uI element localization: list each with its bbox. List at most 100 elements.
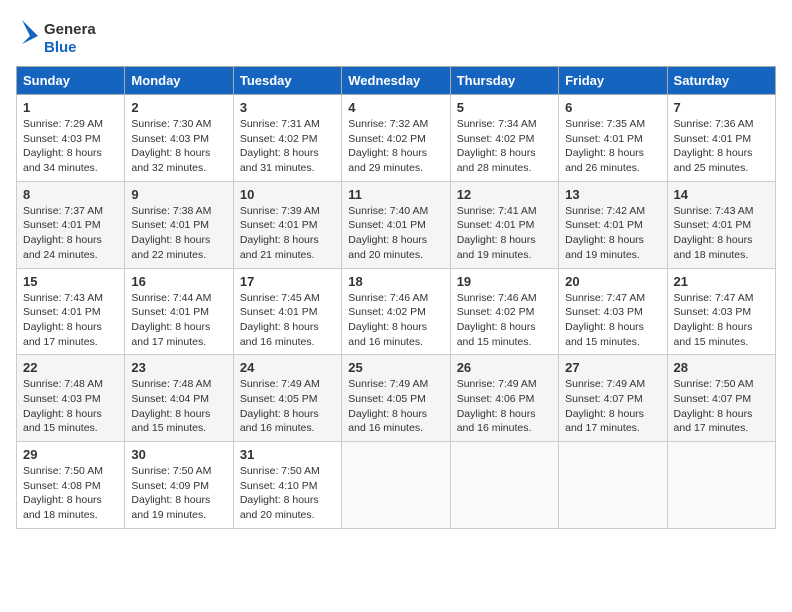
page-header: GeneralBlue xyxy=(16,16,776,58)
day-number: 31 xyxy=(240,447,335,462)
day-info: Sunrise: 7:47 AM Sunset: 4:03 PM Dayligh… xyxy=(674,291,769,350)
day-info: Sunrise: 7:29 AM Sunset: 4:03 PM Dayligh… xyxy=(23,117,118,176)
day-number: 18 xyxy=(348,274,443,289)
calendar-day-11: 11 Sunrise: 7:40 AM Sunset: 4:01 PM Dayli… xyxy=(342,181,450,268)
empty-day-cell xyxy=(450,442,558,529)
calendar-day-27: 27 Sunrise: 7:49 AM Sunset: 4:07 PM Dayli… xyxy=(559,355,667,442)
calendar-day-28: 28 Sunrise: 7:50 AM Sunset: 4:07 PM Dayli… xyxy=(667,355,775,442)
calendar-day-6: 6Sunrise: 7:35 AM Sunset: 4:01 PM Daylig… xyxy=(559,95,667,182)
day-info: Sunrise: 7:49 AM Sunset: 4:06 PM Dayligh… xyxy=(457,377,552,436)
day-info: Sunrise: 7:37 AM Sunset: 4:01 PM Dayligh… xyxy=(23,204,118,263)
day-info: Sunrise: 7:45 AM Sunset: 4:01 PM Dayligh… xyxy=(240,291,335,350)
day-info: Sunrise: 7:31 AM Sunset: 4:02 PM Dayligh… xyxy=(240,117,335,176)
calendar-day-20: 20 Sunrise: 7:47 AM Sunset: 4:03 PM Dayli… xyxy=(559,268,667,355)
calendar-day-30: 30Sunrise: 7:50 AM Sunset: 4:09 PM Dayli… xyxy=(125,442,233,529)
empty-day-cell xyxy=(342,442,450,529)
day-number: 3 xyxy=(240,100,335,115)
calendar-day-14: 14 Sunrise: 7:43 AM Sunset: 4:01 PM Dayli… xyxy=(667,181,775,268)
calendar-day-7: 7 Sunrise: 7:36 AM Sunset: 4:01 PM Daylig… xyxy=(667,95,775,182)
day-number: 15 xyxy=(23,274,118,289)
day-number: 11 xyxy=(348,187,443,202)
calendar-table: SundayMondayTuesdayWednesdayThursdayFrid… xyxy=(16,66,776,529)
calendar-day-5: 5 Sunrise: 7:34 AM Sunset: 4:02 PM Daylig… xyxy=(450,95,558,182)
calendar-day-25: 25 Sunrise: 7:49 AM Sunset: 4:05 PM Dayli… xyxy=(342,355,450,442)
day-number: 23 xyxy=(131,360,226,375)
day-number: 25 xyxy=(348,360,443,375)
day-info: Sunrise: 7:34 AM Sunset: 4:02 PM Dayligh… xyxy=(457,117,552,176)
calendar-day-13: 13 Sunrise: 7:42 AM Sunset: 4:01 PM Dayli… xyxy=(559,181,667,268)
calendar-day-9: 9 Sunrise: 7:38 AM Sunset: 4:01 PM Daylig… xyxy=(125,181,233,268)
calendar-day-29: 29 Sunrise: 7:50 AM Sunset: 4:08 PM Dayli… xyxy=(17,442,125,529)
day-info: Sunrise: 7:42 AM Sunset: 4:01 PM Dayligh… xyxy=(565,204,660,263)
calendar-day-15: 15Sunrise: 7:43 AM Sunset: 4:01 PM Dayli… xyxy=(17,268,125,355)
day-info: Sunrise: 7:48 AM Sunset: 4:04 PM Dayligh… xyxy=(131,377,226,436)
day-number: 19 xyxy=(457,274,552,289)
day-info: Sunrise: 7:50 AM Sunset: 4:08 PM Dayligh… xyxy=(23,464,118,523)
calendar-day-16: 16 Sunrise: 7:44 AM Sunset: 4:01 PM Dayli… xyxy=(125,268,233,355)
empty-day-cell xyxy=(667,442,775,529)
calendar-day-8: 8 Sunrise: 7:37 AM Sunset: 4:01 PM Daylig… xyxy=(17,181,125,268)
day-number: 29 xyxy=(23,447,118,462)
day-number: 7 xyxy=(674,100,769,115)
weekday-header-sunday: Sunday xyxy=(17,67,125,95)
calendar-day-17: 17 Sunrise: 7:45 AM Sunset: 4:01 PM Dayli… xyxy=(233,268,341,355)
day-info: Sunrise: 7:40 AM Sunset: 4:01 PM Dayligh… xyxy=(348,204,443,263)
weekday-header-wednesday: Wednesday xyxy=(342,67,450,95)
calendar-week-row: 22Sunrise: 7:48 AM Sunset: 4:03 PM Dayli… xyxy=(17,355,776,442)
day-number: 5 xyxy=(457,100,552,115)
day-info: Sunrise: 7:39 AM Sunset: 4:01 PM Dayligh… xyxy=(240,204,335,263)
day-number: 30 xyxy=(131,447,226,462)
calendar-week-row: 15Sunrise: 7:43 AM Sunset: 4:01 PM Dayli… xyxy=(17,268,776,355)
svg-text:Blue: Blue xyxy=(44,39,77,56)
day-info: Sunrise: 7:44 AM Sunset: 4:01 PM Dayligh… xyxy=(131,291,226,350)
calendar-week-row: 1 Sunrise: 7:29 AM Sunset: 4:03 PM Daylig… xyxy=(17,95,776,182)
day-info: Sunrise: 7:49 AM Sunset: 4:05 PM Dayligh… xyxy=(348,377,443,436)
day-number: 9 xyxy=(131,187,226,202)
day-number: 20 xyxy=(565,274,660,289)
calendar-week-row: 29 Sunrise: 7:50 AM Sunset: 4:08 PM Dayli… xyxy=(17,442,776,529)
day-info: Sunrise: 7:36 AM Sunset: 4:01 PM Dayligh… xyxy=(674,117,769,176)
calendar-day-22: 22Sunrise: 7:48 AM Sunset: 4:03 PM Dayli… xyxy=(17,355,125,442)
day-info: Sunrise: 7:41 AM Sunset: 4:01 PM Dayligh… xyxy=(457,204,552,263)
weekday-header-monday: Monday xyxy=(125,67,233,95)
day-info: Sunrise: 7:46 AM Sunset: 4:02 PM Dayligh… xyxy=(348,291,443,350)
day-info: Sunrise: 7:30 AM Sunset: 4:03 PM Dayligh… xyxy=(131,117,226,176)
day-number: 24 xyxy=(240,360,335,375)
day-info: Sunrise: 7:38 AM Sunset: 4:01 PM Dayligh… xyxy=(131,204,226,263)
day-number: 2 xyxy=(131,100,226,115)
day-number: 4 xyxy=(348,100,443,115)
day-number: 1 xyxy=(23,100,118,115)
day-info: Sunrise: 7:49 AM Sunset: 4:05 PM Dayligh… xyxy=(240,377,335,436)
day-number: 14 xyxy=(674,187,769,202)
day-info: Sunrise: 7:49 AM Sunset: 4:07 PM Dayligh… xyxy=(565,377,660,436)
calendar-day-1: 1 Sunrise: 7:29 AM Sunset: 4:03 PM Daylig… xyxy=(17,95,125,182)
day-number: 12 xyxy=(457,187,552,202)
day-number: 27 xyxy=(565,360,660,375)
calendar-day-24: 24 Sunrise: 7:49 AM Sunset: 4:05 PM Dayli… xyxy=(233,355,341,442)
day-number: 16 xyxy=(131,274,226,289)
day-info: Sunrise: 7:47 AM Sunset: 4:03 PM Dayligh… xyxy=(565,291,660,350)
empty-day-cell xyxy=(559,442,667,529)
calendar-day-31: 31 Sunrise: 7:50 AM Sunset: 4:10 PM Dayli… xyxy=(233,442,341,529)
logo-icon: GeneralBlue xyxy=(16,16,96,58)
calendar-day-4: 4Sunrise: 7:32 AM Sunset: 4:02 PM Daylig… xyxy=(342,95,450,182)
day-number: 26 xyxy=(457,360,552,375)
day-number: 13 xyxy=(565,187,660,202)
weekday-header-friday: Friday xyxy=(559,67,667,95)
day-number: 21 xyxy=(674,274,769,289)
weekday-header-saturday: Saturday xyxy=(667,67,775,95)
calendar-day-2: 2 Sunrise: 7:30 AM Sunset: 4:03 PM Daylig… xyxy=(125,95,233,182)
day-info: Sunrise: 7:50 AM Sunset: 4:07 PM Dayligh… xyxy=(674,377,769,436)
svg-text:General: General xyxy=(44,21,96,38)
calendar-week-row: 8 Sunrise: 7:37 AM Sunset: 4:01 PM Daylig… xyxy=(17,181,776,268)
day-number: 17 xyxy=(240,274,335,289)
day-info: Sunrise: 7:50 AM Sunset: 4:10 PM Dayligh… xyxy=(240,464,335,523)
day-info: Sunrise: 7:43 AM Sunset: 4:01 PM Dayligh… xyxy=(674,204,769,263)
calendar-day-26: 26 Sunrise: 7:49 AM Sunset: 4:06 PM Dayli… xyxy=(450,355,558,442)
day-number: 28 xyxy=(674,360,769,375)
days-of-week-row: SundayMondayTuesdayWednesdayThursdayFrid… xyxy=(17,67,776,95)
calendar-day-10: 10Sunrise: 7:39 AM Sunset: 4:01 PM Dayli… xyxy=(233,181,341,268)
calendar-day-12: 12 Sunrise: 7:41 AM Sunset: 4:01 PM Dayli… xyxy=(450,181,558,268)
day-number: 6 xyxy=(565,100,660,115)
day-number: 8 xyxy=(23,187,118,202)
